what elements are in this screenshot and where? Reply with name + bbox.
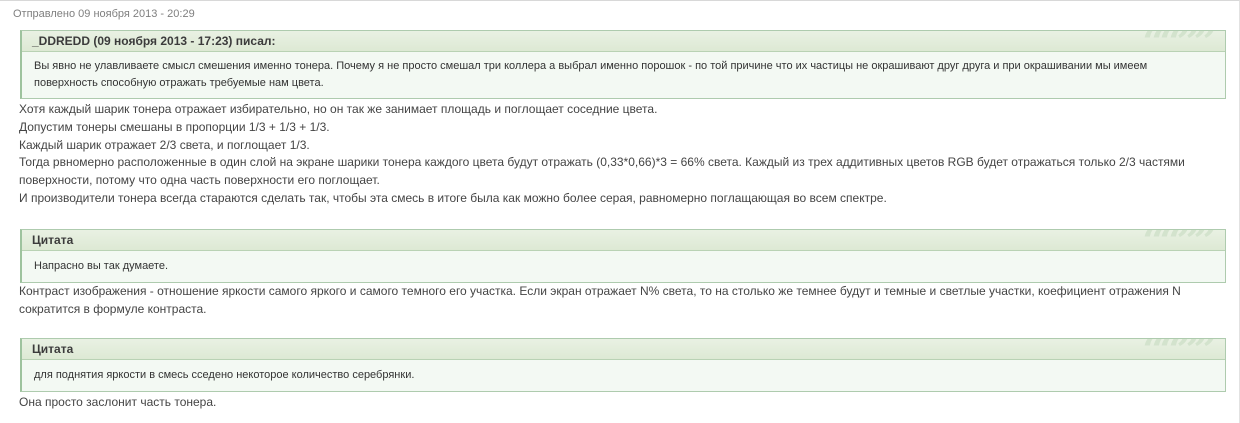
quote-block-3: Цитата ““”” для поднятия яркости в смесь… [20,338,1226,392]
quote-line: для поднятия яркости в смесь сседено нек… [34,369,415,381]
quote-header: _DDREDD (09 ноября 2013 - 17:23) писал: … [22,31,1225,52]
quote-line: поверхность способную отражать требуемые… [34,77,324,89]
quote-header: Цитата ““”” [22,339,1225,360]
quote-author[interactable]: _DDREDD (09 ноября 2013 - 17:23) писал: [32,34,275,48]
paragraph-line: Каждый шарик отражает 2/3 света, и погло… [19,137,310,152]
paragraph-line: сократится в формуле контраста. [19,301,207,316]
quote-marks-icon: ““”” [1143,31,1217,51]
quote-title: Цитата [32,342,74,356]
quote-text: Напрасно вы так думаете. [22,251,1225,282]
quote-title: Цитата [32,233,74,247]
quote-block-1: _DDREDD (09 ноября 2013 - 17:23) писал: … [20,30,1226,99]
post-paragraph-2: Контраст изображения - отношение яркости… [19,283,1224,319]
quote-text: Вы явно не улавливаете смысл смешения им… [22,52,1225,98]
quote-text: для поднятия яркости в смесь сседено нек… [22,360,1225,391]
quote-line: Вы явно не улавливаете смысл смешения им… [34,60,1148,72]
post-date: Отправлено 09 ноября 2013 - 20:29 [13,8,195,20]
paragraph-line: Тогда рвномерно расположенные в один сло… [19,155,1185,170]
quote-marks-icon: ““”” [1143,339,1217,359]
paragraph-line: Допустим тонеры смешаны в пропорции 1/3 … [19,119,330,134]
quote-marks-icon: ““”” [1143,230,1217,250]
paragraph-line: Она просто заслонит часть тонера. [19,395,217,409]
forum-post: Отправлено 09 ноября 2013 - 20:29 _DDRED… [0,0,1240,423]
paragraph-line: Хотя каждый шарик тонера отражает избира… [19,102,658,116]
paragraph-line: поверхности, потому что одна часть повер… [19,173,380,188]
post-paragraph-3: Она просто заслонит часть тонера. [19,394,1224,412]
paragraph-line: Контраст изображения - отношение яркости… [19,284,1181,298]
paragraph-line: И производители тонера всегда стараются … [19,190,887,205]
quote-header: Цитата ““”” [22,230,1225,251]
quote-block-2: Цитата ““”” Напрасно вы так думаете. [20,229,1226,283]
post-paragraph-1: Хотя каждый шарик тонера отражает избира… [19,101,1224,208]
quote-line: Напрасно вы так думаете. [34,260,169,272]
